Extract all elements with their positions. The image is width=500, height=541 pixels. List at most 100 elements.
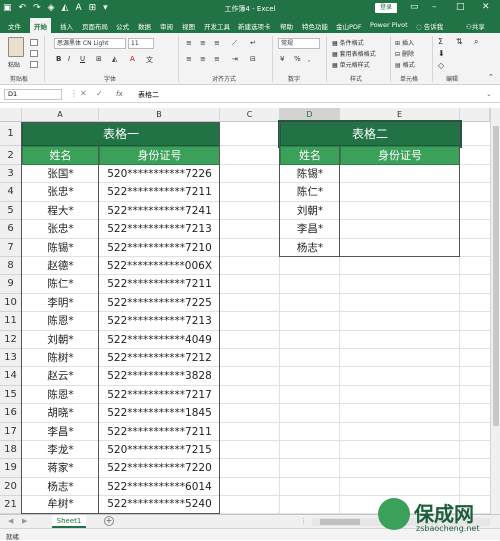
- comma-icon[interactable]: ,: [308, 55, 310, 63]
- format-as-table-button[interactable]: ▦ 套用表格格式: [332, 49, 376, 58]
- select-all-corner[interactable]: [0, 108, 22, 122]
- clear-icon[interactable]: ◇: [438, 61, 444, 70]
- table1-name-cell[interactable]: 刘朝*: [22, 331, 99, 349]
- table2-name-cell[interactable]: 陈锡*: [280, 165, 340, 183]
- row-header[interactable]: 18: [0, 441, 22, 460]
- table1-id-cell[interactable]: 522***********7241: [99, 202, 220, 220]
- table1-id-cell[interactable]: 522***********4049: [99, 331, 220, 349]
- currency-icon[interactable]: ¥: [280, 55, 284, 63]
- cancel-icon[interactable]: ✕: [80, 89, 87, 98]
- table1-id-cell[interactable]: 522***********7213: [99, 220, 220, 238]
- name-box[interactable]: D1: [4, 89, 62, 100]
- cell-styles-button[interactable]: ▦ 单元格样式: [332, 60, 370, 69]
- table1-id-cell[interactable]: 522***********5240: [99, 496, 220, 514]
- table1-id-cell[interactable]: 522***********7220: [99, 459, 220, 477]
- row-header[interactable]: 10: [0, 293, 22, 313]
- table1-header-id[interactable]: 身份证号: [99, 146, 220, 165]
- column-header-d[interactable]: D: [280, 108, 340, 122]
- font-name-select[interactable]: 思源黑体 CN Light: [54, 38, 126, 49]
- table1-id-cell[interactable]: 522***********7211: [99, 423, 220, 441]
- italic-icon[interactable]: I: [68, 55, 70, 63]
- row-header[interactable]: 1: [0, 122, 22, 146]
- tab-file[interactable]: 文件: [8, 21, 21, 31]
- paste-label[interactable]: 粘贴: [8, 60, 20, 69]
- sheet-tab-sheet1[interactable]: Sheet1: [52, 515, 86, 528]
- orientation-icon[interactable]: ⟋: [232, 39, 237, 48]
- align-bottom-icon[interactable]: ≡: [214, 39, 220, 47]
- column-header-f[interactable]: [460, 108, 490, 122]
- row-header[interactable]: 7: [0, 238, 22, 257]
- tab-split-handle-icon[interactable]: ⋮: [300, 517, 307, 525]
- column-header-c[interactable]: C: [220, 108, 280, 122]
- table1-id-cell[interactable]: 522***********1845: [99, 404, 220, 422]
- table1-name-cell[interactable]: 张国*: [22, 165, 99, 183]
- border-select-icon[interactable]: ⊞: [96, 55, 102, 63]
- table1-header-name[interactable]: 姓名: [22, 146, 99, 165]
- close-icon[interactable]: ✕: [482, 2, 490, 12]
- tab-formulas[interactable]: 公式: [116, 21, 129, 31]
- table1-name-cell[interactable]: 陈仁*: [22, 275, 99, 293]
- fill-icon[interactable]: ⬇: [438, 49, 445, 58]
- conditional-formatting-button[interactable]: ▦ 条件格式: [332, 38, 364, 47]
- table2-id-cell[interactable]: [340, 202, 460, 220]
- bold-icon[interactable]: B: [56, 55, 61, 63]
- table2-header-id[interactable]: 身份证号: [340, 146, 460, 165]
- tab-data[interactable]: 数据: [138, 21, 151, 31]
- row-header[interactable]: 17: [0, 422, 22, 441]
- table2-id-cell[interactable]: [340, 165, 460, 183]
- row-header[interactable]: 2: [0, 146, 22, 165]
- align-left-icon[interactable]: ≡: [186, 55, 192, 63]
- ribbon-display-icon[interactable]: ▭: [410, 2, 419, 12]
- table1-name-cell[interactable]: 张忠*: [22, 220, 99, 238]
- number-format-select[interactable]: 常规: [278, 38, 320, 49]
- row-header[interactable]: 13: [0, 349, 22, 368]
- sort-filter-icon[interactable]: ⇅: [456, 37, 463, 46]
- table2-name-cell[interactable]: 刘朝*: [280, 202, 340, 220]
- table1-name-cell[interactable]: 陈恩*: [22, 386, 99, 404]
- table1-name-cell[interactable]: 胡晓*: [22, 404, 99, 422]
- table1-name-cell[interactable]: 赵云*: [22, 367, 99, 385]
- row-header[interactable]: 12: [0, 330, 22, 349]
- table1-id-cell[interactable]: 522***********3828: [99, 367, 220, 385]
- table1-name-cell[interactable]: 程大*: [22, 202, 99, 220]
- tab-review[interactable]: 审阅: [160, 21, 173, 31]
- table2-name-cell[interactable]: 李昌*: [280, 220, 340, 238]
- column-header-e[interactable]: E: [340, 108, 460, 122]
- table2-id-cell[interactable]: [340, 183, 460, 201]
- wrap-text-icon[interactable]: ↵: [250, 39, 256, 47]
- table1-id-cell[interactable]: 522***********006X: [99, 257, 220, 275]
- table1-id-cell[interactable]: 522***********7210: [99, 239, 220, 257]
- vertical-scroll-thumb[interactable]: [493, 126, 499, 426]
- row-header[interactable]: 15: [0, 385, 22, 405]
- next-sheet-icon[interactable]: ▶: [22, 517, 27, 525]
- table1-name-cell[interactable]: 杨志*: [22, 478, 99, 496]
- enter-icon[interactable]: ✓: [96, 89, 103, 98]
- table1-title[interactable]: 表格一: [22, 122, 220, 146]
- table1-name-cell[interactable]: 陈树*: [22, 349, 99, 367]
- formula-bar-menu-icon[interactable]: ⋮: [70, 89, 78, 98]
- add-sheet-icon[interactable]: +: [104, 516, 114, 526]
- find-select-icon[interactable]: ⌕: [474, 37, 478, 47]
- table1-name-cell[interactable]: 陈恩*: [22, 312, 99, 330]
- font-size-select[interactable]: 11: [128, 38, 154, 49]
- table2-name-cell[interactable]: 杨志*: [280, 239, 340, 257]
- cut-icon[interactable]: [30, 39, 38, 46]
- row-header[interactable]: 5: [0, 201, 22, 221]
- table1-name-cell[interactable]: 李昌*: [22, 423, 99, 441]
- table1-id-cell[interactable]: 522***********7213: [99, 312, 220, 330]
- table2-id-cell[interactable]: [340, 220, 460, 238]
- format-cells-button[interactable]: ▤ 格式: [395, 60, 415, 69]
- collapse-ribbon-icon[interactable]: ⌃: [488, 73, 494, 81]
- spreadsheet-grid[interactable]: A B C D E 1 2 3 4 5 6 7 8 9 10 11 12 13 14 15 16 17 18 19 2…: [0, 108, 500, 514]
- table2-title[interactable]: 表格二: [278, 120, 462, 148]
- prev-sheet-icon[interactable]: ◀: [8, 517, 13, 525]
- table2-id-cell[interactable]: [340, 239, 460, 257]
- tab-insert[interactable]: 插入: [60, 21, 73, 31]
- table1-name-cell[interactable]: 李明*: [22, 294, 99, 312]
- maximize-icon[interactable]: □: [456, 2, 465, 12]
- tell-me-search[interactable]: ◌ 告诉我: [416, 21, 443, 31]
- row-header[interactable]: 14: [0, 367, 22, 386]
- row-header[interactable]: 3: [0, 165, 22, 184]
- horizontal-scroll-thumb[interactable]: [320, 519, 360, 525]
- table1-name-cell[interactable]: 陈锡*: [22, 239, 99, 257]
